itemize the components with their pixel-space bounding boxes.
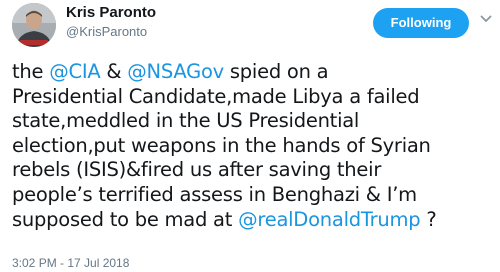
mention-link[interactable]: @NSAGov	[127, 60, 224, 83]
tweet-text-segment: ?	[420, 207, 437, 231]
tweet-text: the @CIA & @NSAGov spied on a Presidentia…	[12, 60, 498, 232]
tweet-line: the @CIA & @NSAGov spied on a	[12, 60, 498, 85]
display-name[interactable]: Kris Paronto	[66, 4, 156, 22]
tweet-timestamp[interactable]: 3:02 PM - 17 Jul 2018	[12, 256, 129, 270]
avatar[interactable]	[12, 3, 56, 47]
profile-photo-icon	[12, 3, 56, 47]
following-button[interactable]: Following	[373, 8, 469, 38]
tweet-text-segment: election,put weapons in the hands of Syr…	[12, 133, 431, 157]
tweet-line: election,put weapons in the hands of Syr…	[12, 134, 498, 159]
tweet-text-segment: &	[100, 60, 128, 83]
tweet-text-segment: supposed to be mad at	[12, 207, 239, 231]
tweet-card: Kris Paronto @KrisParonto Following the …	[0, 0, 500, 272]
tweet-text-segment: spied on a	[223, 60, 329, 83]
tweet-line: people’s terrified assess in Benghazi & …	[12, 183, 498, 208]
tweet-text-segment: people’s terrified assess in Benghazi & …	[12, 182, 417, 206]
mention-link[interactable]: @realDonaldTrump	[238, 208, 421, 231]
tweet-text-segment: the	[12, 60, 50, 83]
tweet-line: rebels (ISIS)&fired us after saving thei…	[12, 158, 498, 183]
tweet-text-segment: state,meddled in the US Presidential	[12, 109, 360, 133]
tweet-line: supposed to be mad at @realDonaldTrump ?	[12, 208, 498, 233]
tweet-line: state,meddled in the US Presidential	[12, 109, 498, 134]
tweet-line: Presidential Candidate,made Libya a fail…	[12, 85, 498, 110]
tweet-text-segment: rebels (ISIS)&fired us after saving thei…	[12, 158, 382, 182]
chevron-down-icon[interactable]	[480, 14, 492, 24]
user-handle[interactable]: @KrisParonto	[66, 24, 147, 40]
tweet-text-segment: Presidential Candidate,made Libya a fail…	[12, 84, 420, 108]
mention-link[interactable]: @CIA	[49, 60, 100, 83]
